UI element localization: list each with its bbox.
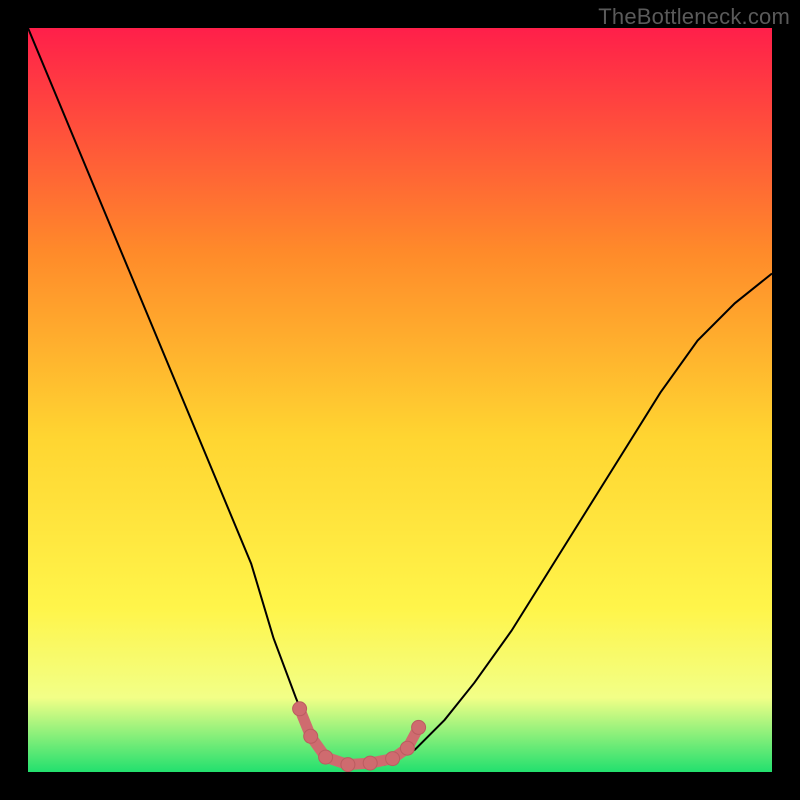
marker-dot [341,758,355,772]
chart-frame: TheBottleneck.com [0,0,800,800]
marker-dot [412,720,426,734]
marker-dot [293,702,307,716]
plot-area [28,28,772,772]
marker-dot [400,741,414,755]
marker-dot [304,729,318,743]
chart-svg [28,28,772,772]
marker-dot [386,752,400,766]
gradient-background [28,28,772,772]
marker-dot [319,750,333,764]
watermark-text: TheBottleneck.com [598,4,790,30]
marker-dot [363,756,377,770]
